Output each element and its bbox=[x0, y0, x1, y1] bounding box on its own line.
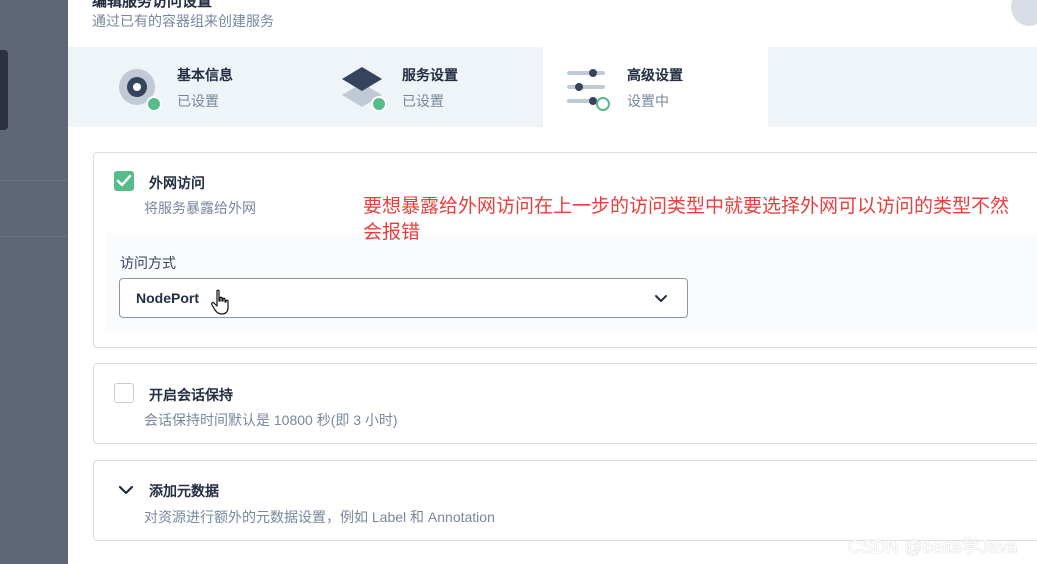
access-method-label: 访问方式 bbox=[120, 255, 176, 271]
step-advanced-settings[interactable]: 高级设置 设置中 bbox=[543, 47, 768, 127]
external-access-card: 外网访问 将服务暴露给外网 访问方式 NodePort bbox=[93, 152, 1037, 348]
step-title: 高级设置 bbox=[627, 67, 683, 83]
background-app-sidebar bbox=[0, 0, 68, 564]
external-access-description: 将服务暴露给外网 bbox=[144, 200, 256, 216]
check-icon bbox=[116, 174, 132, 187]
wizard-steps: 基本信息 已设置 服务设置 已设置 高级设置 设置中 bbox=[68, 47, 1037, 127]
metadata-card[interactable]: 添加元数据 对资源进行额外的元数据设置，例如 Label 和 Annotatio… bbox=[93, 460, 1037, 541]
metadata-title: 添加元数据 bbox=[149, 483, 219, 499]
sliders-icon bbox=[567, 69, 610, 111]
dialog-header: 编辑服务访问设置 通过已有的容器组来创建服务 bbox=[68, 0, 1037, 47]
hand-pointer-icon bbox=[211, 289, 229, 315]
step-status: 设置中 bbox=[627, 93, 669, 109]
session-affinity-checkbox[interactable] bbox=[114, 383, 134, 403]
step-title: 基本信息 bbox=[177, 67, 233, 83]
step-title: 服务设置 bbox=[402, 67, 458, 83]
edit-service-dialog: 编辑服务访问设置 通过已有的容器组来创建服务 基本信息 已设置 服务设置 已设置 bbox=[68, 0, 1037, 564]
background-active-indicator bbox=[0, 50, 8, 130]
session-affinity-title: 开启会话保持 bbox=[149, 387, 233, 403]
close-button[interactable] bbox=[1011, 0, 1037, 26]
dialog-description: 通过已有的容器组来创建服务 bbox=[92, 13, 274, 29]
chevron-down-icon bbox=[655, 295, 667, 302]
chevron-down-icon[interactable] bbox=[118, 482, 134, 498]
access-method-value: NodePort bbox=[136, 290, 199, 306]
step-basic-info[interactable]: 基本信息 已设置 bbox=[68, 47, 296, 127]
info-circle-icon bbox=[119, 69, 162, 111]
stack-layers-icon bbox=[342, 67, 386, 111]
metadata-description: 对资源进行额外的元数据设置，例如 Label 和 Annotation bbox=[144, 509, 495, 525]
session-affinity-card: 开启会话保持 会话保持时间默认是 10800 秒(即 3 小时) bbox=[93, 363, 1037, 444]
dialog-title: 编辑服务访问设置 bbox=[92, 0, 213, 10]
access-method-select[interactable]: NodePort bbox=[119, 278, 688, 318]
external-access-title: 外网访问 bbox=[149, 175, 205, 191]
step-status: 已设置 bbox=[177, 93, 219, 109]
access-method-panel: 访问方式 NodePort bbox=[106, 233, 1037, 331]
external-access-checkbox[interactable] bbox=[114, 171, 134, 191]
session-affinity-description: 会话保持时间默认是 10800 秒(即 3 小时) bbox=[144, 412, 398, 428]
background-divider bbox=[0, 180, 68, 181]
step-service-settings[interactable]: 服务设置 已设置 bbox=[296, 47, 543, 127]
background-divider bbox=[0, 236, 68, 237]
step-status: 已设置 bbox=[402, 93, 444, 109]
red-annotation-text: 要想暴露给外网访问在上一步的访问类型中就要选择外网可以访问的类型不然会报错 bbox=[363, 196, 1010, 243]
watermark: CSDN @beita学Java bbox=[848, 537, 1018, 557]
